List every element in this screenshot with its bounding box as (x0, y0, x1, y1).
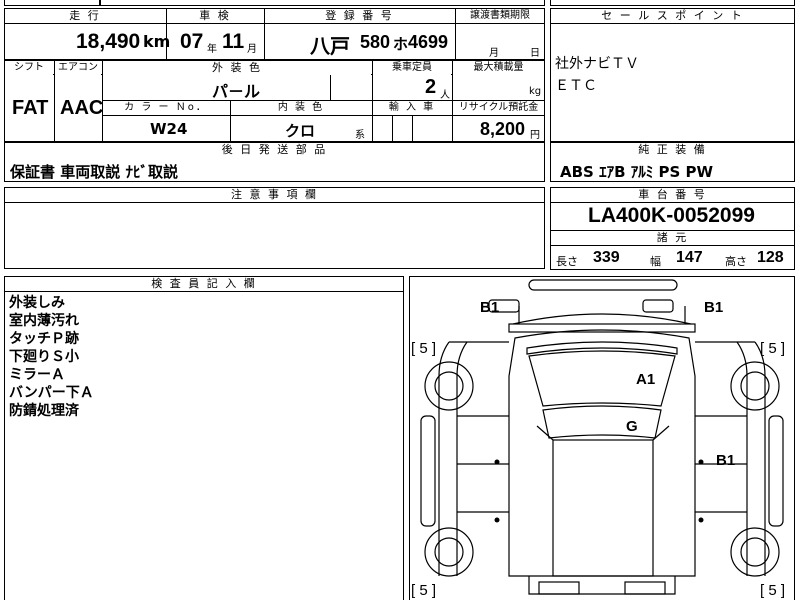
interior-value: クロ (285, 122, 316, 140)
load-unit: kg (529, 86, 542, 97)
note-line: タッチＰ跡 (9, 331, 79, 347)
damage-mark-b1-front-right: B1 (704, 299, 724, 316)
mileage-value: 18,490 (76, 30, 141, 53)
aircon-value: AAC (60, 97, 104, 119)
shift-value: FAT (12, 97, 49, 119)
interior-unit: 系 (355, 130, 365, 141)
equipment-content: ABS ｴｱB ｱﾙﾐ PS PW (560, 163, 714, 181)
chassis-number: LA400K-0052099 (588, 204, 755, 227)
capacity-header: 乗車定員 (373, 61, 451, 75)
length-value: 339 (593, 249, 620, 266)
interior-header: 内 装 色 (231, 101, 371, 115)
top-cut-box-1 (4, 0, 100, 6)
damage-mark-b1-front-left: B1 (480, 299, 500, 316)
reg-number: 4699 (408, 32, 449, 52)
capacity-unit: 人 (440, 90, 450, 101)
inspection-header: 車 検 (167, 9, 263, 23)
note-line: 防錆処理済 (9, 403, 79, 419)
length-label: 長さ (556, 255, 578, 268)
specs-header: 諸 元 (551, 231, 794, 245)
exterior-color-header: 外 装 色 (103, 61, 371, 75)
reg-class: 580 (360, 32, 391, 52)
transfer-deadline-header: 譲渡書類期限 (456, 9, 544, 23)
note-line: 室内薄汚れ (9, 313, 79, 329)
mileage-unit: km (143, 32, 171, 51)
color-no-header: カ ラ ー Ｎo． (103, 101, 229, 115)
recycle-header: リサイクル預託金 (453, 101, 544, 115)
note-line: 外装しみ (9, 295, 65, 311)
sales-point-line-1: 社外ナビＴＶ (555, 56, 639, 72)
sales-point-header: セ ー ル ス ポ イ ン ト (551, 9, 794, 23)
damage-mark-a1: A1 (636, 371, 656, 388)
registration-header: 登 録 番 号 (265, 9, 454, 23)
recycle-value: 8,200 (480, 119, 526, 139)
mileage-header: 走 行 (5, 9, 165, 23)
height-value: 128 (757, 249, 784, 266)
shift-header: シフト (5, 61, 53, 75)
later-parts-header: 後 日 発 送 部 品 (5, 143, 544, 157)
sales-point-line-2: ＥＴＣ (555, 78, 597, 94)
later-parts-content: 保証書 車両取説 ﾅﾋﾞ取説 (10, 163, 178, 181)
capacity-value: 2 (425, 76, 437, 98)
car-diagram (420, 279, 784, 595)
damage-mark-g: G (626, 418, 638, 435)
tire-depth-front-right: [ 5 ] (760, 340, 786, 357)
tire-depth-rear-right: [ 5 ] (760, 582, 786, 599)
color-no-value: W24 (150, 120, 188, 138)
exterior-color-value: パ－ル (212, 82, 261, 101)
note-line: 下廻りＳ小 (9, 349, 79, 365)
damage-mark-b1-side: B1 (716, 452, 736, 469)
tire-depth-front-left: [ 5 ] (411, 340, 437, 357)
width-label: 幅 (650, 255, 661, 268)
max-load-header: 最大積載量 (453, 61, 544, 75)
recycle-unit: 円 (530, 130, 540, 141)
width-value: 147 (676, 249, 703, 266)
note-line: ミラーＡ (9, 367, 65, 383)
tire-depth-rear-left: [ 5 ] (411, 582, 437, 599)
inspection-month-unit: 月 (247, 44, 257, 55)
inspection-year-unit: 年 (207, 44, 217, 55)
top-cut-box-2 (100, 0, 545, 6)
equipment-header: 純 正 装 備 (551, 143, 794, 157)
transfer-day-unit: 日 (530, 48, 540, 59)
note-line: バンパー下Ａ (9, 385, 94, 401)
aircon-header: エアコン (55, 61, 101, 75)
import-header: 輸 入 車 (373, 101, 451, 115)
height-label: 高さ (725, 255, 747, 268)
inspector-notes-header: 検 査 員 記 入 欄 (5, 277, 403, 291)
transfer-month-unit: 月 (489, 48, 499, 59)
reg-kana: ホ (393, 35, 409, 53)
reg-area: 八戸 (310, 34, 350, 58)
inspector-notes-list: 外装しみ 室内薄汚れ タッチＰ跡 下廻りＳ小 ミラーＡ バンパー下Ａ 防錆処理済 (9, 294, 94, 420)
top-cut-box-3 (550, 0, 795, 6)
chassis-header: 車 台 番 号 (551, 188, 794, 202)
inspection-year: 07 (180, 30, 204, 53)
inspection-month: 11 (222, 30, 245, 53)
caution-header: 注 意 事 項 欄 (5, 188, 544, 202)
